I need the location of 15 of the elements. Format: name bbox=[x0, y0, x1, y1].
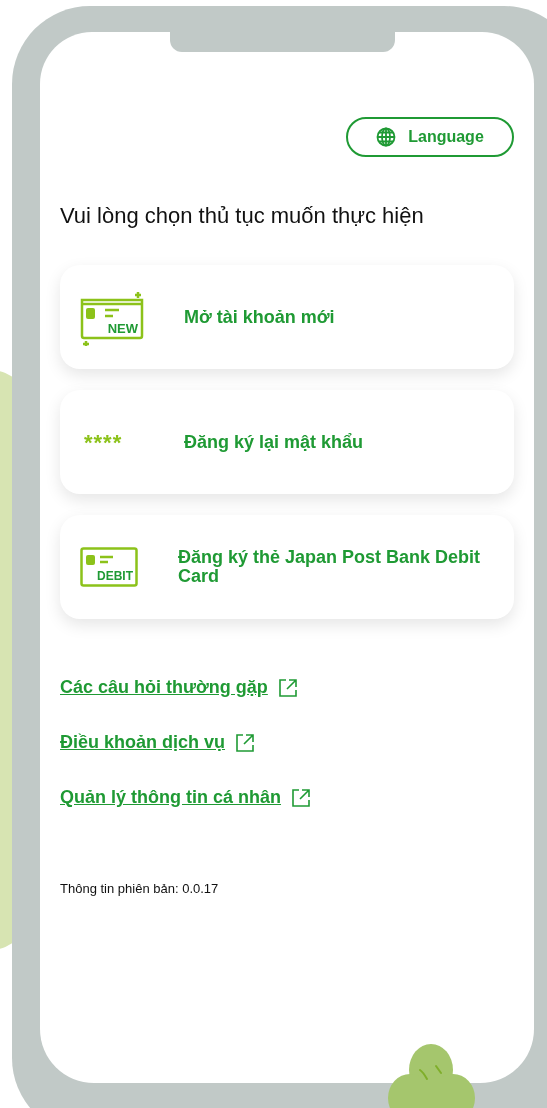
version-text: Thông tin phiên bản: 0.0.17 bbox=[60, 880, 220, 898]
option-card[interactable]: NEW Mở tài khoản mới bbox=[60, 265, 514, 369]
help-link[interactable]: Các câu hỏi thường gặp bbox=[60, 674, 268, 701]
external-link-icon bbox=[291, 787, 311, 808]
help-link[interactable]: Quản lý thông tin cá nhân bbox=[60, 784, 281, 811]
globe-icon bbox=[376, 127, 397, 147]
option-card[interactable]: DEBIT Đăng ký thẻ Japan Post Bank Debit Card bbox=[60, 515, 514, 619]
page-heading: Vui lòng chọn thủ tục muốn thực hiện bbox=[60, 202, 425, 230]
language-button[interactable]: Language bbox=[346, 117, 514, 157]
external-link-icon bbox=[235, 732, 256, 753]
help-link[interactable]: Điều khoản dịch vụ bbox=[60, 729, 226, 756]
option-card[interactable]: **** Đăng ký lại mật khẩu bbox=[60, 390, 514, 494]
password-mask-icon: **** bbox=[80, 425, 123, 459]
debit-card-icon: DEBIT bbox=[80, 547, 138, 587]
external-link-icon bbox=[277, 677, 298, 698]
